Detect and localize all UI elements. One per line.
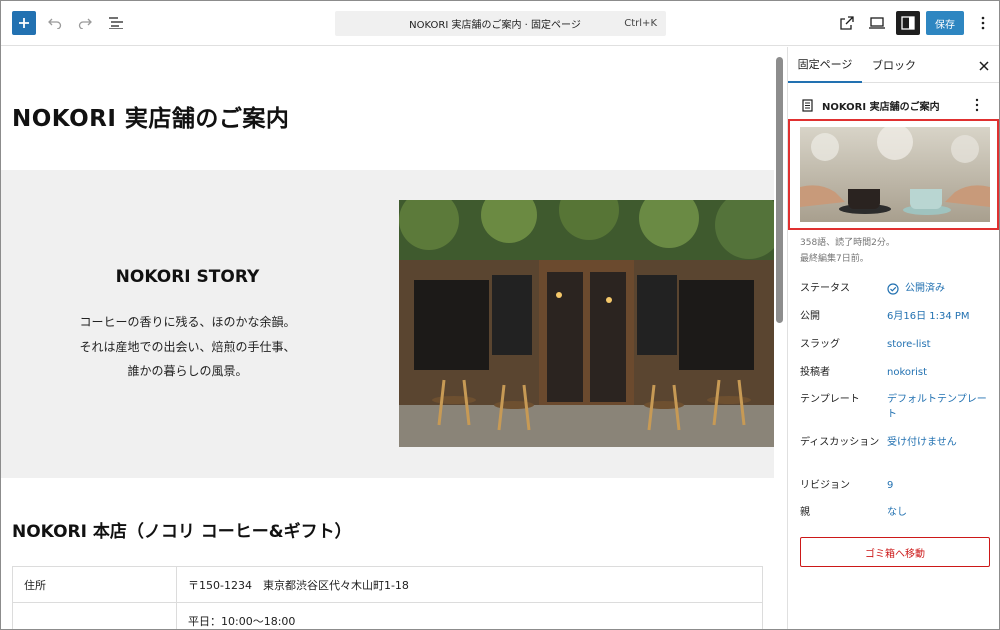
list-view-icon xyxy=(109,17,123,29)
undo-icon xyxy=(48,18,62,29)
table-cell-value: 〒150-1234 東京都渋谷区代々木山町1-18 xyxy=(176,566,763,603)
parent-link[interactable]: なし xyxy=(887,505,992,520)
command-palette-bar[interactable]: NOKORI 実店舗のご案内 · 固定ページ Ctrl+K xyxy=(335,11,666,36)
editor-toolbar: NOKORI 実店舗のご案内 · 固定ページ Ctrl+K 保存 xyxy=(1,1,999,46)
tab-page[interactable]: 固定ページ xyxy=(788,47,862,83)
parent-label: 親 xyxy=(800,507,810,518)
add-block-button[interactable] xyxy=(12,11,36,35)
story-line: それは産地での出会い、焙煎の手仕事、 xyxy=(79,339,296,354)
slug-label: スラッグ xyxy=(800,339,840,350)
discussion-link[interactable]: 受け付けません xyxy=(887,435,992,450)
redo-icon xyxy=(78,18,92,29)
tab-block[interactable]: ブロック xyxy=(862,47,926,83)
document-title: NOKORI 実店舗のご案内 xyxy=(822,102,940,113)
template-link[interactable]: デフォルトテンプレート xyxy=(887,392,992,422)
author-label: 投稿者 xyxy=(800,367,830,378)
story-cover-block[interactable]: NOKORI STORY コーヒーの香りに残る、ほのかな余韻。 それは産地での出… xyxy=(1,170,774,478)
sidebar-icon xyxy=(901,16,915,30)
story-heading[interactable]: NOKORI STORY xyxy=(1,267,374,287)
undo-button[interactable] xyxy=(43,11,67,35)
document-title-row: NOKORI 実店舗のご案内 xyxy=(802,98,940,113)
more-vertical-icon xyxy=(975,98,979,112)
slug-link[interactable]: store-list xyxy=(887,337,992,352)
store-section-heading[interactable]: NOKORI 本店（ノコリ コーヒー&ギフト） xyxy=(12,517,352,542)
more-vertical-icon xyxy=(981,16,985,30)
close-icon xyxy=(979,61,989,71)
document-meta: 358語、読了時間2分。 最終編集7日前。 xyxy=(800,235,895,267)
store-info-table[interactable]: 住所 〒150-1234 東京都渋谷区代々木山町1-18 平日：10:00〜18… xyxy=(12,566,763,629)
store-front-image[interactable] xyxy=(399,200,774,447)
settings-sidebar: 固定ページ ブロック NOKORI 実店舗のご案内 358語、読了時間2分。 最… xyxy=(787,47,999,629)
redo-button[interactable] xyxy=(73,11,97,35)
sidebar-tabs: 固定ページ ブロック xyxy=(788,47,999,83)
device-preview-button[interactable] xyxy=(865,11,889,35)
document-overview-button[interactable] xyxy=(104,11,128,35)
editor-window: NOKORI 実店舗のご案内 · 固定ページ Ctrl+K 保存 NOKORI … xyxy=(0,0,1000,630)
command-bar-shortcut: Ctrl+K xyxy=(624,18,657,29)
desktop-icon xyxy=(869,17,885,29)
author-link[interactable]: nokorist xyxy=(887,365,992,380)
story-line: 誰かの暮らしの風景。 xyxy=(127,364,248,378)
table-row: 平日：10:00〜18:00 xyxy=(12,602,763,629)
status-text: 公開済み xyxy=(905,283,945,294)
view-page-button[interactable] xyxy=(835,11,859,35)
status-label: ステータス xyxy=(800,283,850,294)
options-menu-button[interactable] xyxy=(971,11,995,35)
canvas-scrollbar[interactable] xyxy=(776,57,783,323)
command-bar-title: NOKORI 実店舗のご案内 · 固定ページ xyxy=(409,20,581,31)
revisions-label: リビジョン xyxy=(800,480,850,491)
table-row: 住所 〒150-1234 東京都渋谷区代々木山町1-18 xyxy=(12,566,763,603)
featured-image[interactable] xyxy=(800,127,990,222)
table-cell-key xyxy=(12,602,177,629)
story-line: コーヒーの香りに残る、ほのかな余韻。 xyxy=(79,315,296,329)
story-paragraph[interactable]: コーヒーの香りに残る、ほのかな余韻。 それは産地での出会い、焙煎の手仕事、 誰か… xyxy=(1,310,374,384)
publish-label: 公開 xyxy=(800,311,820,322)
save-button[interactable]: 保存 xyxy=(926,11,964,35)
external-link-icon xyxy=(840,16,854,30)
featured-image-selected[interactable] xyxy=(788,119,999,230)
discussion-label: ディスカッション xyxy=(800,437,880,448)
document-actions-button[interactable] xyxy=(975,97,985,112)
move-to-trash-button[interactable]: ゴミ箱へ移動 xyxy=(800,537,990,567)
editor-canvas[interactable]: NOKORI 実店舗のご案内 NOKORI STORY コーヒーの香りに残る、ほ… xyxy=(1,47,774,629)
status-value[interactable]: 公開済み xyxy=(887,281,992,296)
settings-toggle-button[interactable] xyxy=(896,11,920,35)
word-count-text: 358語、読了時間2分。 xyxy=(800,238,895,248)
table-cell-key: 住所 xyxy=(12,566,177,603)
template-label: テンプレート xyxy=(800,394,860,405)
page-icon xyxy=(802,99,813,112)
table-cell-value: 平日：10:00〜18:00 xyxy=(176,602,763,629)
close-sidebar-button[interactable] xyxy=(977,58,991,72)
page-title[interactable]: NOKORI 実店舗のご案内 xyxy=(12,99,289,133)
publish-date-link[interactable]: 6月16日 1:34 PM xyxy=(887,309,992,324)
published-check-icon xyxy=(887,282,899,295)
plus-icon xyxy=(19,18,29,28)
last-edited-text: 最終編集7日前。 xyxy=(800,254,869,264)
revisions-link[interactable]: 9 xyxy=(887,478,992,493)
